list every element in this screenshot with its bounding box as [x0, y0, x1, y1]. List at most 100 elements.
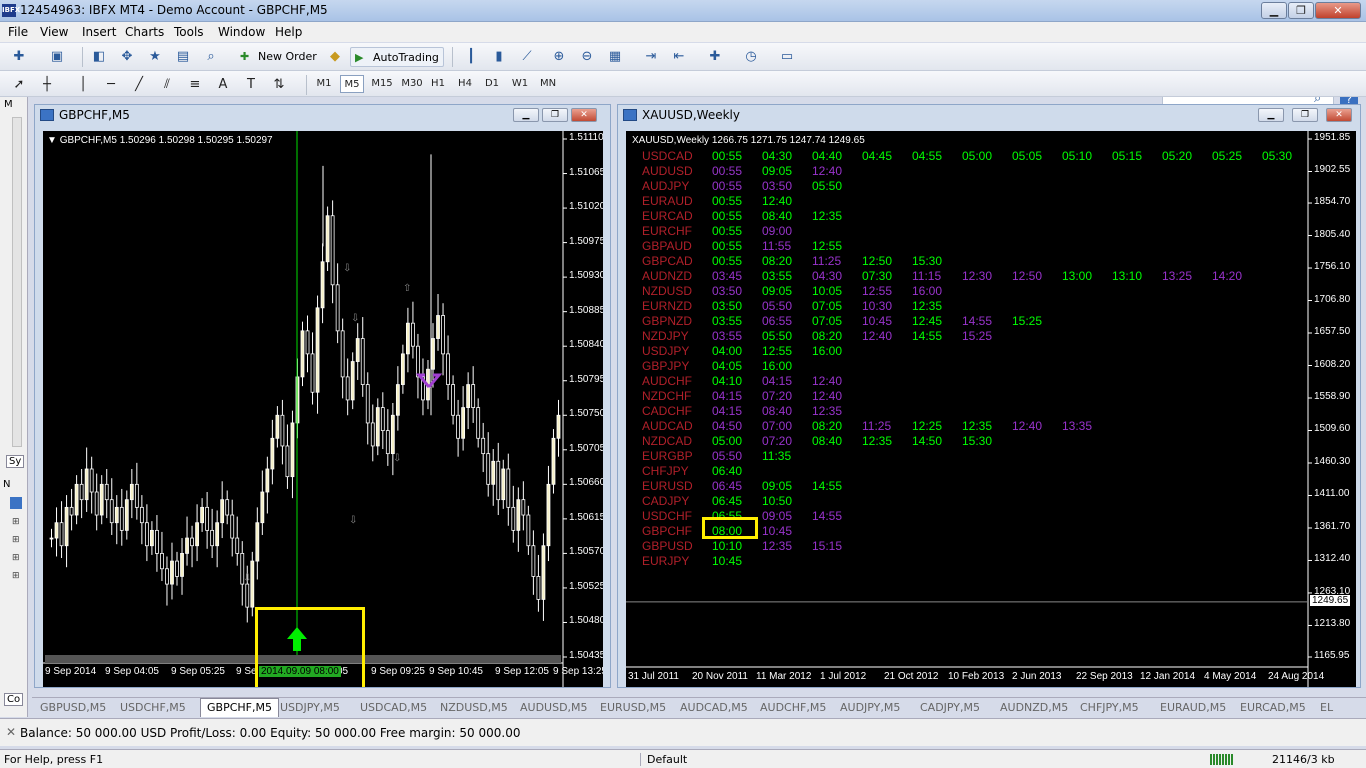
horizontal-line-icon[interactable]: ─	[100, 75, 122, 95]
candle-body	[134, 483, 139, 508]
candle-body	[124, 499, 129, 531]
tab-eurusd-m5[interactable]: EURUSD,M5	[600, 700, 666, 716]
xauusd-chart-plot[interactable]: XAUUSD,Weekly 1266.75 1271.75 1247.74 12…	[626, 131, 1356, 687]
menu-file[interactable]: File	[8, 25, 28, 39]
metaeditor-icon[interactable]: ◆	[324, 47, 346, 67]
tab-nzdusd-m5[interactable]: NZDUSD,M5	[440, 700, 508, 716]
time-label: 9 Sep 05:25	[171, 666, 225, 677]
toolbar-separator	[82, 47, 83, 67]
schedule-time: 12:40	[862, 329, 893, 343]
channel-icon[interactable]: ⫽	[156, 75, 178, 95]
folder-star-icon[interactable]: ★	[144, 47, 166, 67]
templates-icon[interactable]: ▭	[776, 47, 798, 67]
zoom-in-icon[interactable]: ⊕	[548, 47, 570, 67]
zoom-out-icon[interactable]: ⊖	[576, 47, 598, 67]
candle-body	[501, 468, 506, 501]
label-icon[interactable]: T	[240, 75, 262, 95]
tab-usdcad-m5[interactable]: USDCAD,M5	[360, 700, 427, 716]
tab-eurcad-m5[interactable]: EURCAD,M5	[1240, 700, 1306, 716]
tile-windows-icon[interactable]: ▦	[604, 47, 626, 67]
tree-expand-icon[interactable]: ⊞	[12, 517, 20, 527]
timeframe-m30[interactable]: M30	[398, 75, 426, 93]
chart-tabs: GBPUSD,M5 USDCHF,M5 GBPCHF,M5 USDJPY,M5 USDC…	[32, 697, 1366, 717]
tab-usdjpy-m5[interactable]: USDJPY,M5	[280, 700, 340, 716]
candle-body	[345, 376, 350, 401]
arrows-icon[interactable]: ⇅	[268, 75, 290, 95]
chart-shift-icon[interactable]: ⇤	[668, 47, 690, 67]
minimize-button[interactable]: ▁	[1261, 2, 1287, 19]
cursor-icon[interactable]: ➚	[8, 75, 30, 95]
candle-body	[486, 453, 491, 485]
timeframe-m1[interactable]: M1	[312, 75, 336, 93]
timeframe-h1[interactable]: H1	[426, 75, 450, 93]
candle-body	[315, 307, 320, 393]
tester-icon[interactable]: ⌕	[200, 47, 222, 67]
timeframe-w1[interactable]: W1	[508, 75, 532, 93]
candlestick-icon[interactable]: ▮	[488, 47, 510, 67]
menu-charts[interactable]: Charts	[125, 25, 164, 39]
tab-gbpusd-m5[interactable]: GBPUSD,M5	[40, 700, 106, 716]
schedule-time: 11:15	[912, 269, 942, 283]
close-terminal-icon[interactable]: ✕	[6, 725, 16, 739]
tab-gbpchf-m5[interactable]: GBPCHF,M5	[200, 698, 279, 717]
market-watch-icon[interactable]: ◧	[88, 47, 110, 67]
indicators-icon[interactable]: ✚	[704, 47, 726, 67]
maximize-button[interactable]: ❐	[1288, 2, 1314, 19]
terminal-icon[interactable]: ▤	[172, 47, 194, 67]
menu-view[interactable]: View	[40, 25, 68, 39]
schedule-time: 06:45	[712, 479, 743, 493]
tab-audusd-m5[interactable]: AUDUSD,M5	[520, 700, 588, 716]
tree-expand-icon[interactable]: ⊞	[12, 535, 20, 545]
price-label: 1.50975	[569, 235, 603, 247]
candle-body	[64, 506, 69, 547]
tab-symbols[interactable]: Sy	[6, 455, 25, 468]
close-button[interactable]: ✕	[1315, 2, 1361, 19]
periods-clock-icon[interactable]: ◷	[740, 47, 762, 67]
chart-close-button[interactable]: ✕	[571, 108, 597, 122]
menu-help[interactable]: Help	[275, 25, 302, 39]
chart-restore-button[interactable]: ❐	[1292, 108, 1318, 122]
tab-euraud-m5[interactable]: EURAUD,M5	[1160, 700, 1226, 716]
autotrading-button[interactable]: ▶ AutoTrading	[350, 47, 444, 67]
new-order-button[interactable]: ✚ New Order	[236, 47, 321, 67]
gbpchf-chart-plot[interactable]: ⇩ ⇧ ⇩ ⇩ ⇩ ⇩ ▼ GBPCHF,M5 1.50296 1.50298 1.502…	[43, 131, 603, 687]
vertical-line-icon[interactable]: │	[72, 75, 94, 95]
bar-chart-icon[interactable]: ┃	[460, 47, 482, 67]
tab-audchf-m5[interactable]: AUDCHF,M5	[760, 700, 826, 716]
chart-restore-button[interactable]: ❐	[542, 108, 568, 122]
candle-body	[180, 552, 184, 577]
tab-audcad-m5[interactable]: AUDCAD,M5	[680, 700, 748, 716]
crosshair-icon[interactable]: ┼	[36, 75, 58, 95]
chart-minimize-button[interactable]: ▁	[513, 108, 539, 122]
tab-common[interactable]: Co	[4, 693, 24, 706]
menu-insert[interactable]: Insert	[82, 25, 116, 39]
menu-window[interactable]: Window	[218, 25, 265, 39]
accounts-icon[interactable]	[10, 497, 22, 509]
text-icon[interactable]: A	[212, 75, 234, 95]
tab-audjpy-m5[interactable]: AUDJPY,M5	[840, 700, 900, 716]
navigator-crosshair-icon[interactable]: ✥	[116, 47, 138, 67]
timeframe-mn[interactable]: MN	[536, 75, 560, 93]
line-chart-icon[interactable]: ⟋	[516, 47, 538, 67]
menu-tools[interactable]: Tools	[174, 25, 204, 39]
chart-close-button[interactable]: ✕	[1326, 108, 1352, 122]
tab-cadjpy-m5[interactable]: CADJPY,M5	[920, 700, 980, 716]
timeframe-h4[interactable]: H4	[453, 75, 477, 93]
tree-expand-icon[interactable]: ⊞	[12, 571, 20, 581]
tab-usdchf-m5[interactable]: USDCHF,M5	[120, 700, 186, 716]
auto-scroll-icon[interactable]: ⇥	[640, 47, 662, 67]
tree-expand-icon[interactable]: ⊞	[12, 553, 20, 563]
timeframe-m5[interactable]: M5	[340, 75, 364, 93]
timeframe-d1[interactable]: D1	[480, 75, 504, 93]
tab-audnzd-m5[interactable]: AUDNZD,M5	[1000, 700, 1068, 716]
profiles-icon[interactable]: ▣	[46, 47, 68, 67]
scrollbar[interactable]	[12, 117, 22, 447]
fibonacci-icon[interactable]: ≡	[184, 75, 206, 95]
trendline-icon[interactable]: ╱	[128, 75, 150, 95]
timeframe-m15[interactable]: M15	[368, 75, 396, 93]
tab-chfjpy-m5[interactable]: CHFJPY,M5	[1080, 700, 1139, 716]
chart-minimize-button[interactable]: ▁	[1258, 108, 1284, 122]
tab-el[interactable]: EL	[1320, 700, 1333, 716]
chart-header: XAUUSD,Weekly 1266.75 1271.75 1247.74 12…	[632, 135, 865, 146]
new-chart-icon[interactable]: ✚	[8, 47, 30, 67]
